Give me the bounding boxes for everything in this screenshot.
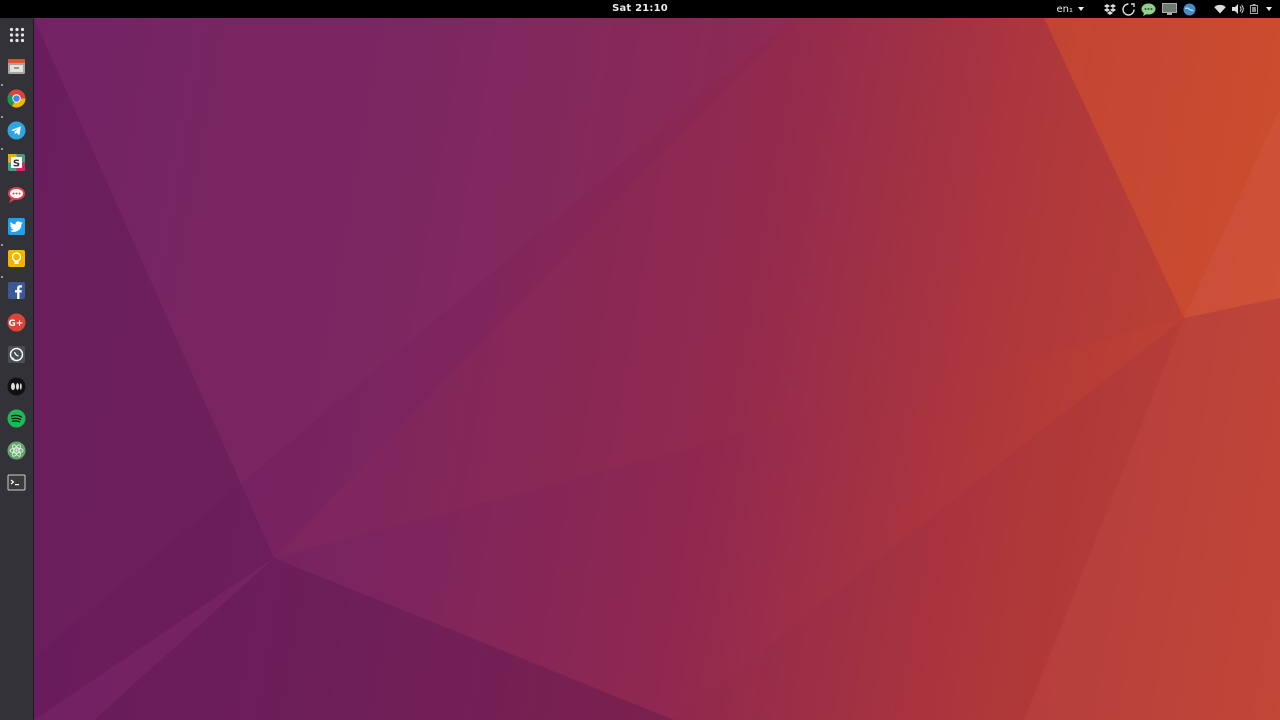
lightbulb-icon xyxy=(8,250,25,267)
google-plus-icon: G+ xyxy=(7,313,26,332)
dock-item-telegram[interactable] xyxy=(7,121,26,140)
running-indicator xyxy=(1,84,3,86)
dock: S G+ xyxy=(0,18,34,720)
chevron-down-icon xyxy=(1078,7,1084,11)
spotify-icon xyxy=(7,409,26,428)
running-indicator xyxy=(1,116,3,118)
system-menu-button[interactable] xyxy=(1264,0,1272,18)
wallpaper-facets xyxy=(34,18,1280,720)
dock-item-terminal[interactable] xyxy=(7,473,26,492)
globe-icon[interactable] xyxy=(1183,0,1196,18)
terminal-icon xyxy=(7,474,26,491)
dock-item-facebook[interactable] xyxy=(7,281,26,300)
show-applications-button[interactable] xyxy=(7,25,26,44)
whatsapp-icon xyxy=(8,346,25,363)
dock-item-twitter[interactable] xyxy=(7,217,26,236)
telegram-icon xyxy=(7,121,26,140)
chrome-icon xyxy=(7,89,26,108)
svg-text:G+: G+ xyxy=(8,319,23,329)
dock-item-keep[interactable] xyxy=(7,249,26,268)
twitter-icon xyxy=(8,218,25,235)
chevron-down-icon xyxy=(1266,7,1272,11)
system-tray: en₁ xyxy=(1051,0,1272,18)
chat-icon xyxy=(8,187,25,203)
language-indicator[interactable]: en₁ xyxy=(1056,0,1084,18)
desktop-wallpaper xyxy=(34,18,1280,720)
dock-item-chat[interactable] xyxy=(7,185,26,204)
dock-item-google-plus[interactable]: G+ xyxy=(7,313,26,332)
slack-icon: S xyxy=(8,154,25,171)
atom-icon xyxy=(7,441,26,460)
dock-item-whatsapp[interactable] xyxy=(7,345,26,364)
facebook-icon xyxy=(8,282,25,299)
dock-item-medium[interactable] xyxy=(7,377,26,396)
medium-icon xyxy=(7,377,26,396)
top-bar: Sat 21:10 en₁ xyxy=(0,0,1280,18)
battery-icon[interactable] xyxy=(1250,0,1258,18)
monitor-icon[interactable] xyxy=(1162,0,1177,18)
volume-icon[interactable] xyxy=(1232,0,1244,18)
dropbox-icon[interactable] xyxy=(1104,0,1116,18)
files-icon xyxy=(8,59,25,74)
dock-item-atom[interactable] xyxy=(7,441,26,460)
dock-item-slack[interactable]: S xyxy=(7,153,26,172)
dock-item-chrome[interactable] xyxy=(7,89,26,108)
language-label: en₁ xyxy=(1056,3,1074,15)
app-grid-icon xyxy=(9,27,24,42)
wifi-icon[interactable] xyxy=(1214,0,1226,18)
running-indicator xyxy=(1,244,3,246)
sync-icon[interactable] xyxy=(1122,0,1135,18)
chat-bubble-icon[interactable] xyxy=(1141,0,1156,18)
dock-item-files[interactable] xyxy=(7,57,26,76)
svg-text:S: S xyxy=(13,159,20,170)
running-indicator xyxy=(1,148,3,150)
running-indicator xyxy=(1,276,3,278)
dock-item-spotify[interactable] xyxy=(7,409,26,428)
